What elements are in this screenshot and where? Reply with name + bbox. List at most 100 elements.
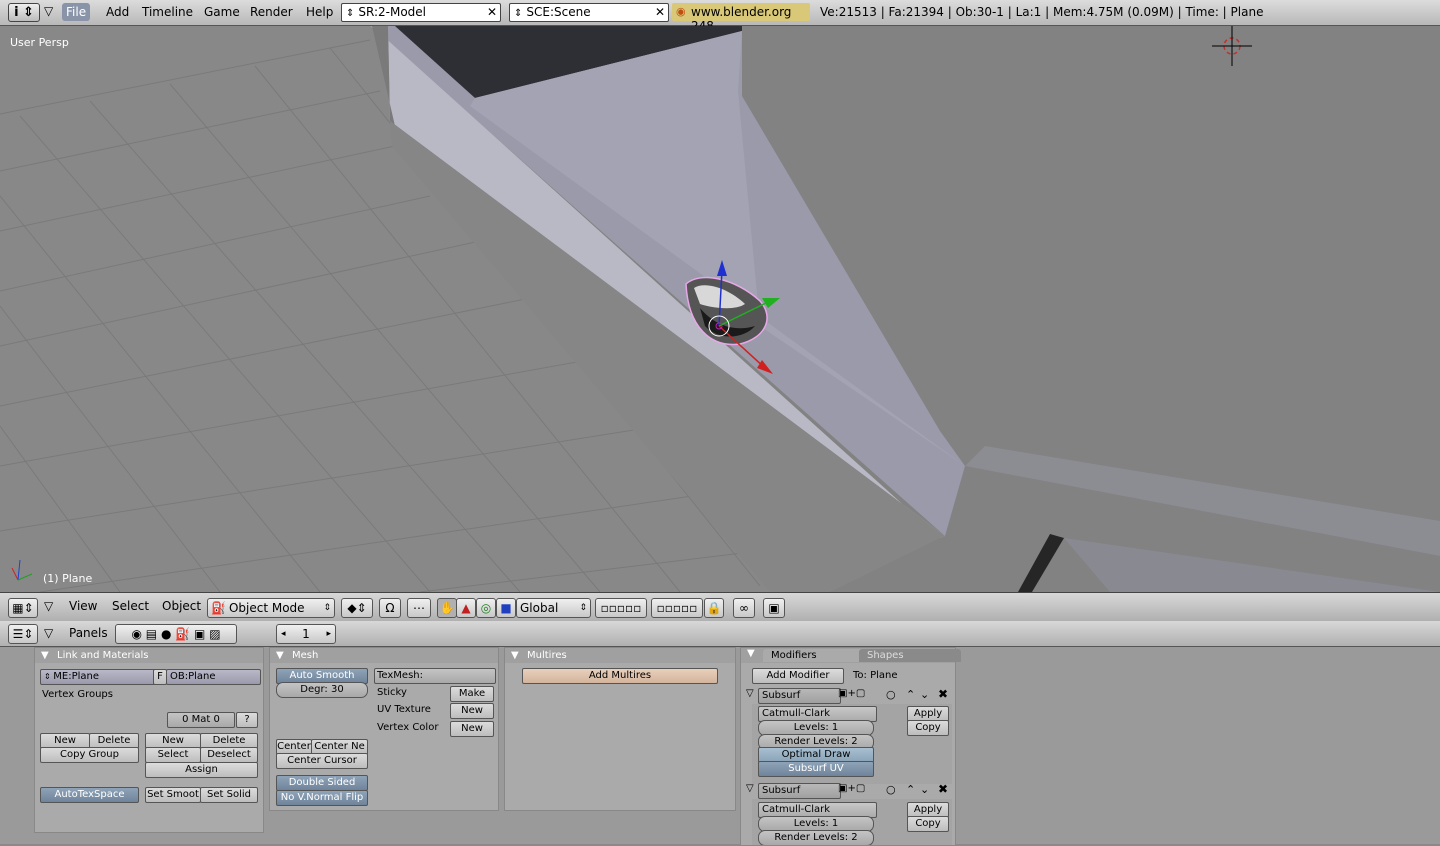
panel-header[interactable]: ▼ Multires [505, 648, 735, 663]
collapse-menus-icon[interactable]: ▽ [44, 4, 53, 18]
pivot-button[interactable]: Ω [379, 598, 401, 618]
modifier-name-field[interactable]: Subsurf [758, 688, 841, 704]
vertex-groups-label: Vertex Groups [42, 689, 113, 700]
scene-stats: Ve:21513 | Fa:21394 | Ob:30-1 | La:1 | M… [820, 5, 1264, 19]
translate-widget-button[interactable]: ▲ [456, 598, 476, 618]
expand-icon[interactable]: ▽ [746, 688, 754, 699]
rotate-widget-button[interactable]: ◎ [476, 598, 496, 618]
tab-shapes[interactable]: Shapes [859, 649, 961, 662]
link-scene-button[interactable]: ∞ [733, 598, 755, 618]
align-button[interactable]: ⋯ [407, 598, 431, 618]
collapse-icon: ▼ [276, 650, 284, 661]
set-smooth-button[interactable]: Set Smoot [145, 787, 201, 803]
render-preview-button[interactable]: ▣ [763, 598, 785, 618]
set-solid-button[interactable]: Set Solid [200, 787, 258, 803]
link-materials-panel: ▼ Link and Materials ⇕ ME:Plane F OB:Plan… [34, 647, 264, 833]
mesh-datablock-field[interactable]: ⇕ ME:Plane [40, 669, 157, 685]
editor-type-button[interactable]: i ⇕ [8, 3, 40, 22]
panel-header[interactable]: ▼ Link and Materials [35, 648, 263, 663]
shading-icon: ● [160, 627, 172, 641]
menu-select[interactable]: Select [112, 599, 149, 613]
context-tabs[interactable]: ◉ ▤ ● ⛽ ▣ ▨ [115, 624, 237, 644]
manipulator-toggle[interactable]: ✋ [437, 598, 457, 618]
close-icon[interactable]: ✕ [655, 4, 665, 21]
lock-layers-button[interactable]: 🔒 [704, 598, 724, 618]
material-help-button[interactable]: ? [236, 712, 258, 728]
object-mode-icon: ⛽ [211, 601, 226, 615]
blender-url-link[interactable]: ◉ www.blender.org 248 [672, 3, 810, 33]
vertex-color-new-button[interactable]: New [450, 721, 494, 737]
degr-field[interactable]: Degr: 30 [276, 682, 368, 698]
cage-circle-icon[interactable]: ○ [886, 783, 896, 796]
screen-selector[interactable]: ⇕ SR:2-Model ✕ [341, 3, 501, 22]
menu-game[interactable]: Game [200, 3, 244, 21]
uv-texture-new-button[interactable]: New [450, 703, 494, 719]
autotexspace-toggle[interactable]: AutoTexSpace [40, 787, 139, 803]
menu-help[interactable]: Help [302, 3, 337, 21]
updown-icon: ⇕ [346, 8, 355, 19]
material-index-field[interactable]: 0 Mat 0 [167, 712, 235, 728]
align-icon: ⋯ [413, 601, 425, 615]
expand-icon[interactable]: ▽ [746, 783, 754, 794]
menu-add[interactable]: Add [102, 3, 133, 21]
mode-dropdown[interactable]: ⛽ Object Mode ⇕ [207, 598, 335, 618]
menu-render[interactable]: Render [246, 3, 297, 21]
menu-file[interactable]: File [62, 3, 91, 21]
sticky-make-button[interactable]: Make [450, 686, 494, 702]
hand-icon: ✋ [439, 601, 455, 615]
close-icon[interactable]: ✕ [487, 4, 497, 21]
draw-type-button[interactable]: ◆⇕ [341, 598, 373, 618]
delete-modifier-icon[interactable]: ✖ [938, 687, 948, 701]
double-sided-toggle[interactable]: Double Sided [276, 775, 368, 791]
orientation-dropdown[interactable]: Global ⇕ [516, 598, 591, 618]
add-modifier-button[interactable]: Add Modifier [752, 668, 844, 684]
move-up-icon[interactable]: ⌃ [906, 688, 915, 701]
editor-type-button[interactable]: ▦⇕ [8, 598, 38, 618]
3d-viewport[interactable]: User Persp (1) Plane [0, 26, 1440, 592]
scene-selector[interactable]: ⇕ SCE:Scene ✕ [509, 3, 669, 22]
move-up-icon[interactable]: ⌃ [906, 783, 915, 796]
material-deselect-button[interactable]: Deselect [200, 747, 258, 763]
layer-buttons-1[interactable]: ▫▫▫▫▫ [595, 598, 647, 618]
display-toggle-icons[interactable]: ▣+▢ [838, 688, 865, 699]
render-levels-field[interactable]: Render Levels: 2 [758, 830, 874, 845]
circle-icon: ◎ [480, 601, 492, 615]
add-multires-button[interactable]: Add Multires [522, 668, 718, 684]
panel-header[interactable]: ▼ Mesh [270, 648, 498, 663]
solid-draw-icon: ◆⇕ [347, 601, 367, 615]
move-down-icon[interactable]: ⌄ [920, 783, 929, 796]
collapse-menus-icon[interactable]: ▽ [44, 626, 53, 640]
cage-circle-icon[interactable]: ○ [886, 688, 896, 701]
lock-icon: 🔒 [706, 601, 722, 615]
no-vnormal-flip-toggle[interactable]: No V.Normal Flip [276, 790, 368, 806]
editor-type-button[interactable]: ☰⇕ [8, 624, 38, 644]
copy-button[interactable]: Copy [907, 720, 949, 736]
menu-object[interactable]: Object [162, 599, 201, 613]
menu-view[interactable]: View [69, 599, 97, 613]
object-name-field[interactable]: OB:Plane [166, 669, 261, 685]
center-cursor-button[interactable]: Center Cursor [276, 753, 368, 769]
material-select-button[interactable]: Select [145, 747, 201, 763]
logic-icon: ◉ [131, 627, 142, 641]
texmesh-field[interactable]: TexMesh: [374, 668, 496, 684]
collapse-menus-icon[interactable]: ▽ [44, 599, 53, 613]
pivot-icon: Ω [385, 601, 395, 615]
collapse-icon[interactable]: ▼ [747, 648, 755, 659]
move-down-icon[interactable]: ⌄ [920, 688, 929, 701]
material-assign-button[interactable]: Assign [145, 762, 258, 778]
display-toggle-icons[interactable]: ▣+▢ [838, 783, 865, 794]
scale-widget-button[interactable]: ■ [496, 598, 516, 618]
layer-buttons-2[interactable]: ▫▫▫▫▫ [651, 598, 703, 618]
tab-modifiers[interactable]: Modifiers [763, 649, 865, 662]
frame-number[interactable]: ◂ 1 ▸ [276, 624, 336, 644]
delete-modifier-icon[interactable]: ✖ [938, 783, 948, 796]
copy-button[interactable]: Copy [907, 816, 949, 832]
menu-timeline[interactable]: Timeline [138, 3, 197, 21]
mesh-name: ME:Plane [53, 671, 99, 682]
subsurf-uv-toggle[interactable]: Subsurf UV [758, 761, 874, 777]
grid-icon: ▦⇕ [12, 601, 34, 615]
fake-user-button[interactable]: F [153, 669, 167, 685]
modifier-name-field[interactable]: Subsurf [758, 783, 841, 799]
panels-menu[interactable]: Panels [69, 626, 108, 640]
copy-group-button[interactable]: Copy Group [40, 747, 139, 763]
